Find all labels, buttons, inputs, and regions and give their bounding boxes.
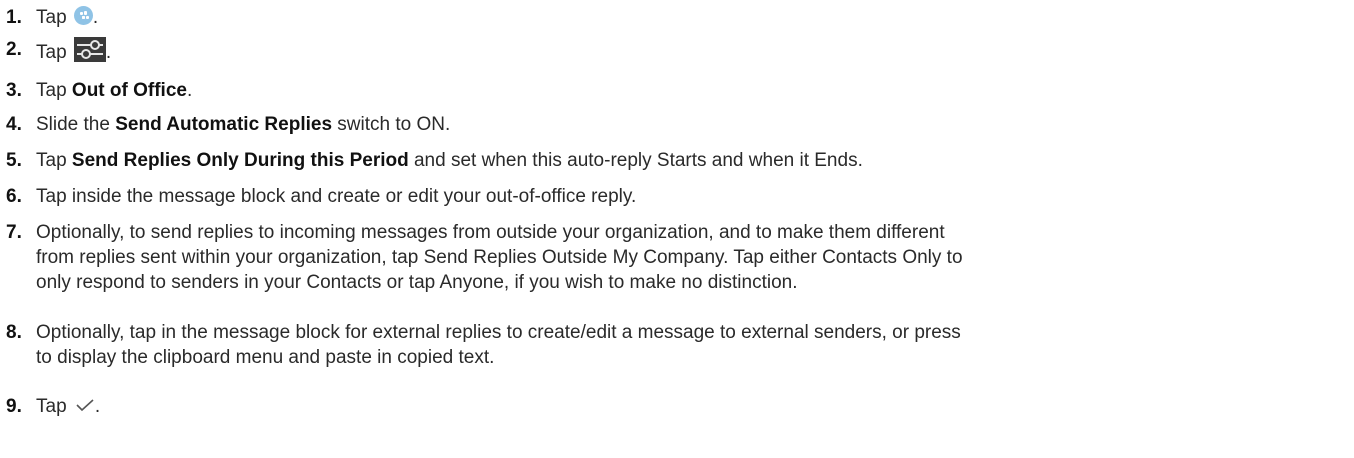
- step-number: 2.: [6, 39, 22, 60]
- step-number: 8.: [6, 322, 22, 343]
- step-text: Optionally, tap in the message block for…: [36, 320, 1334, 370]
- bbm-icon: [73, 6, 93, 26]
- instruction-steps: 1. Tap . 2. Tap . 3. Tap Out of Office. …: [0, 5, 1354, 430]
- step-3: 3. Tap Out of Office.: [0, 78, 1354, 112]
- step-number: 5.: [6, 150, 22, 171]
- emphasis: Send Replies Only During this Period: [71, 150, 409, 171]
- checkmark-icon: [75, 398, 95, 412]
- step-line: to display the clipboard menu and paste …: [36, 347, 495, 368]
- step-line: from replies sent within your organizati…: [36, 247, 963, 268]
- step-text: Tap Out of Office.: [36, 80, 193, 101]
- step-number: 4.: [6, 114, 22, 135]
- step-number: 9.: [6, 396, 22, 417]
- step-text: Tap .: [36, 37, 111, 63]
- emphasis: Out of Office: [71, 80, 187, 101]
- step-number: 6.: [6, 186, 22, 207]
- step-line: Optionally, to send replies to incoming …: [36, 222, 945, 243]
- settings-sliders-icon: [73, 37, 106, 63]
- step-7: 7. Optionally, to send replies to incomi…: [0, 220, 1354, 320]
- step-8: 8. Optionally, tap in the message block …: [0, 320, 1354, 394]
- step-9: 9. Tap .: [0, 394, 1354, 430]
- step-6: 6. Tap inside the message block and crea…: [0, 184, 1354, 220]
- step-text: Slide the Send Automatic Replies switch …: [36, 114, 451, 135]
- emphasis: Send Automatic Replies: [115, 114, 333, 135]
- step-5: 5. Tap Send Replies Only During this Per…: [0, 148, 1354, 184]
- step-text: Tap Send Replies Only During this Period…: [36, 150, 863, 171]
- step-line: Optionally, tap in the message block for…: [36, 322, 961, 343]
- step-text: Tap .: [36, 396, 101, 417]
- step-number: 3.: [6, 80, 22, 101]
- step-1: 1. Tap .: [0, 5, 1354, 40]
- step-4: 4. Slide the Send Automatic Replies swit…: [0, 112, 1354, 148]
- step-text: Tap .: [36, 6, 99, 28]
- step-number: 7.: [6, 222, 22, 243]
- step-text: Optionally, to send replies to incoming …: [36, 220, 1334, 295]
- step-number: 1.: [6, 7, 22, 28]
- step-2: 2. Tap .: [0, 37, 1354, 78]
- step-line: only respond to senders in your Contacts…: [36, 272, 798, 293]
- step-text: Tap inside the message block and create …: [36, 186, 637, 207]
